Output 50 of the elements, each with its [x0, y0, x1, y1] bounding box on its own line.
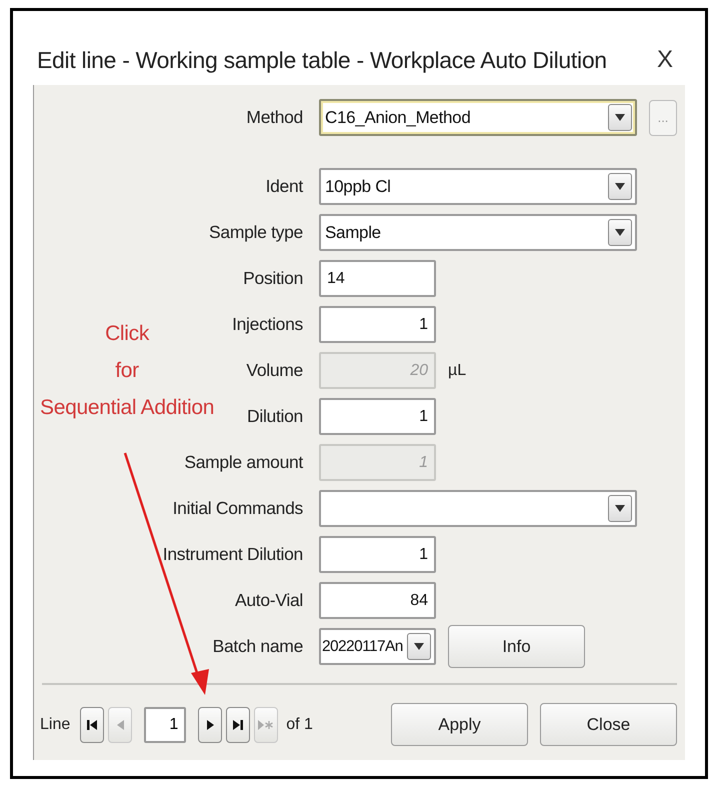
dropdown-field[interactable] — [319, 490, 637, 527]
next-icon — [206, 720, 214, 730]
dropdown-field[interactable]: Sample — [319, 214, 637, 251]
dropdown-arrow-icon — [615, 229, 625, 236]
input-field[interactable]: 14 — [319, 260, 436, 297]
window-title: Edit line - Working sample table - Workplace Auto Dilution — [37, 46, 607, 74]
dropdown-field[interactable]: C16_Anion_Method — [319, 99, 637, 136]
dialog-button[interactable]: Close — [540, 703, 677, 746]
first-record-icon — [86, 718, 98, 730]
dropdown-arrow-icon — [615, 114, 625, 121]
nav-button[interactable] — [198, 706, 222, 742]
previous-icon — [116, 720, 124, 730]
dropdown-button[interactable] — [407, 633, 431, 660]
dropdown-field[interactable]: 10ppb Cl — [319, 168, 637, 205]
dropdown-button[interactable] — [608, 495, 632, 522]
dialog-button[interactable]: Apply — [391, 703, 528, 746]
window-close-button[interactable]: X — [656, 46, 673, 74]
field-label: Position — [243, 268, 303, 289]
field-label: Sample amount — [184, 452, 303, 473]
dropdown-field[interactable]: 20220117An — [319, 628, 436, 665]
line-number-field[interactable]: 1 — [144, 706, 186, 742]
line-label: Line — [40, 716, 70, 734]
field-label: Auto-Vial — [235, 590, 303, 611]
dropdown-button[interactable] — [608, 173, 632, 200]
dropdown-arrow-icon — [615, 183, 625, 190]
input-field[interactable]: 1 — [319, 398, 436, 435]
unit-label: µL — [448, 362, 466, 380]
dropdown-arrow-icon — [615, 505, 625, 512]
nav-button[interactable] — [226, 706, 250, 742]
info-button[interactable]: Info — [448, 625, 585, 668]
dropdown-button[interactable] — [608, 219, 632, 246]
field-label: Method — [246, 107, 303, 128]
annotation-text: Click for Sequential Addition — [40, 321, 214, 421]
field-label: Batch name — [212, 636, 303, 657]
field-label: Volume — [246, 360, 303, 381]
line-count: of 1 — [286, 716, 313, 734]
field-label: Ident — [266, 176, 303, 197]
field-label: Instrument Dilution — [162, 544, 303, 565]
input-field[interactable]: 1 — [319, 306, 436, 343]
field-label: Dilution — [247, 406, 303, 427]
new-record-icon — [258, 720, 274, 730]
last-record-icon — [232, 718, 244, 730]
input-field[interactable]: 84 — [319, 582, 436, 619]
nav-button[interactable] — [80, 706, 104, 742]
input-field[interactable]: 1 — [319, 536, 436, 573]
field-label: Initial Commands — [172, 498, 303, 519]
dropdown-button[interactable] — [608, 104, 632, 131]
dropdown-arrow-icon — [414, 643, 424, 650]
field-label: Injections — [232, 314, 303, 335]
field-label: Sample type — [209, 222, 303, 243]
